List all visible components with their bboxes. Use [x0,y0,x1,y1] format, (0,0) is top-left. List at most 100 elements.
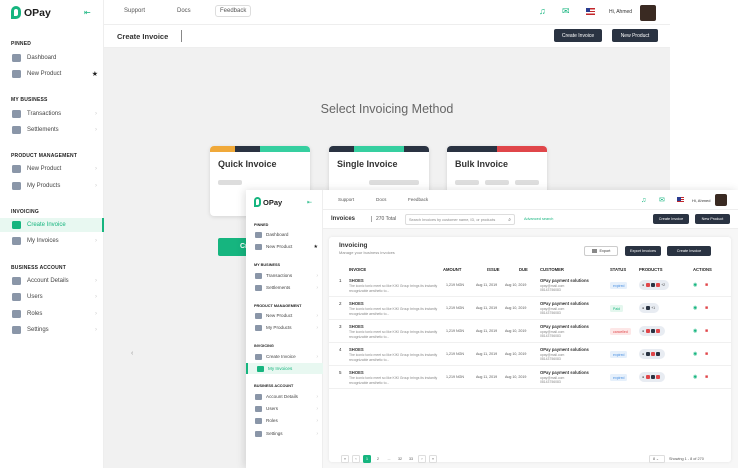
nav-feedback[interactable]: Feedback [408,197,428,202]
flag-icon[interactable] [677,197,684,202]
export-button[interactable]: Export [584,246,618,256]
new-product-button[interactable]: New Product [612,29,658,42]
avatar[interactable] [715,194,727,206]
sidebar-item-my-invoices[interactable]: My Invoices [246,363,323,374]
page-33[interactable]: 33 [407,455,415,463]
next-page-button[interactable]: › [418,455,426,463]
nav-docs[interactable]: Docs [177,8,191,14]
invoice-name[interactable]: SHOES [349,370,364,375]
delete-icon[interactable]: ■ [705,305,708,311]
collapse-sidebar-icon[interactable]: ⇤ [84,9,91,17]
invoice-name[interactable]: SHOES [349,301,364,306]
create-invoice-button[interactable]: Create Invoice [667,246,711,256]
star-icon[interactable]: ★ [314,244,318,250]
customer-contact: opay@mail.com 08143756083 [540,284,564,293]
sidebar-item-settings[interactable]: Settings › [246,428,323,439]
per-page-select[interactable]: 8 ⌄ [649,455,665,463]
sidebar-item-transactions[interactable]: Transactions › [246,270,323,281]
sidebar-item-settlements[interactable]: Settlements › [246,282,323,293]
sidebar-item-my-invoices[interactable]: My Invoices › [0,234,104,248]
table-row[interactable]: 5 SHOES The iconic tonic meet so like KIKI… [329,366,731,389]
sidebar-item-new-product-pinned[interactable]: New Product ★ [0,67,104,81]
invoice-name[interactable]: SHOES [349,324,364,329]
sidebar-item-account-details[interactable]: Account Details › [0,274,104,288]
sidebar-item-my-products[interactable]: My Products › [0,179,104,193]
sidebar-item-new-product-pinned[interactable]: New Product ★ [246,241,323,252]
sidebar-item-new-product[interactable]: New Product › [246,310,323,321]
opay-logo[interactable]: OPay [254,197,282,207]
invoice-name[interactable]: SHOES [349,347,364,352]
search-input[interactable]: Search Invoices by customer name, ID, or… [405,214,515,225]
sidebar-item-roles[interactable]: Roles › [246,415,323,426]
sidebar-item-users[interactable]: Users › [246,403,323,414]
sidebar-item-my-products[interactable]: My Products › [246,322,323,333]
sidebar-item-create-invoice[interactable]: Create Invoice [0,218,104,232]
products-chip[interactable]: ● [639,372,666,382]
bell-icon[interactable]: ♫ [641,196,650,205]
nav-feedback[interactable]: Feedback [215,5,252,17]
last-page-button[interactable]: » [429,455,437,463]
mail-icon[interactable]: ✉ [659,196,668,205]
products-chip[interactable]: ● [639,326,666,336]
flag-icon[interactable] [586,8,595,15]
chevron-right-icon: › [95,238,97,244]
page-32[interactable]: 32 [396,455,404,463]
new-product-button[interactable]: New Product [695,214,730,224]
customer-name: OPay payment solutions [540,347,589,352]
export-invoices-button[interactable]: Export Invoices [625,246,661,256]
create-invoice-button[interactable]: Create Invoice [554,29,602,42]
sidebar-item-users[interactable]: Users › [0,290,104,304]
advanced-search-link[interactable]: Advanced search [524,217,553,221]
table-row[interactable]: 1 SHOES The iconic tonic meet so like KIKI… [329,274,731,297]
star-icon[interactable]: ★ [92,70,98,78]
table-row[interactable]: 4 SHOES The iconic tonic meet so like KIKI… [329,343,731,366]
products-chip[interactable]: ● +1 [639,303,660,313]
sidebar-item-account-details[interactable]: Account Details › [246,391,323,402]
delete-icon[interactable]: ■ [705,374,708,380]
chevron-left-icon[interactable]: ‹ [131,350,133,357]
create-invoice-button[interactable]: Create Invoice [653,214,689,224]
chevron-right-icon: › [316,430,318,437]
sidebar-item-create-invoice[interactable]: Create Invoice › [246,351,323,362]
prev-page-button[interactable]: ‹ [352,455,360,463]
customer-name: OPay payment solutions [540,278,589,283]
mail-icon[interactable]: ✉ [562,7,571,16]
settlements-icon [12,126,21,134]
first-page-button[interactable]: « [341,455,349,463]
sidebar-item-dashboard[interactable]: Dashboard [0,51,104,65]
invoice-name[interactable]: SHOES [349,278,364,283]
opay-logo[interactable]: OPay [11,6,51,19]
view-icon[interactable]: ◉ [693,305,697,311]
page-2[interactable]: 2 [374,455,382,463]
delete-icon[interactable]: ■ [705,351,708,357]
page-1[interactable]: 1 [363,455,371,463]
sidebar-item-new-product[interactable]: New Product › [0,162,104,176]
products-chip[interactable]: ● +2 [639,280,670,290]
col-issue: ISSUE [487,267,500,272]
table-row[interactable]: 2 SHOES The iconic tonic meet so like KIKI… [329,297,731,320]
view-icon[interactable]: ◉ [693,374,697,380]
products-chip[interactable]: ● [639,349,666,359]
delete-icon[interactable]: ■ [705,282,708,288]
top-bar: Support Docs Feedback ♫ ✉ Hi, Ahmed [323,190,738,210]
product-thumbnail [656,352,661,356]
view-icon[interactable]: ◉ [693,328,697,334]
search-icon[interactable]: ⌕ [508,217,511,223]
avatar[interactable] [640,5,656,21]
view-icon[interactable]: ◉ [693,282,697,288]
table-row[interactable]: 3 SHOES The iconic tonic meet so like KIKI… [329,320,731,343]
delete-icon[interactable]: ■ [705,328,708,334]
sidebar-item-settlements[interactable]: Settlements › [0,123,104,137]
customer-name: OPay payment solutions [540,301,589,306]
nav-support[interactable]: Support [338,197,354,202]
sidebar-item-roles[interactable]: Roles › [0,307,104,321]
nav-docs[interactable]: Docs [376,197,386,202]
sidebar-item-transactions[interactable]: Transactions › [0,107,104,121]
card-band [210,146,310,152]
bell-icon[interactable]: ♫ [539,7,548,16]
view-icon[interactable]: ◉ [693,351,697,357]
nav-support[interactable]: Support [124,8,145,14]
sidebar-item-dashboard[interactable]: Dashboard [246,229,323,240]
collapse-sidebar-icon[interactable]: ⇤ [307,199,312,206]
sidebar-item-settings[interactable]: Settings › [0,323,104,337]
